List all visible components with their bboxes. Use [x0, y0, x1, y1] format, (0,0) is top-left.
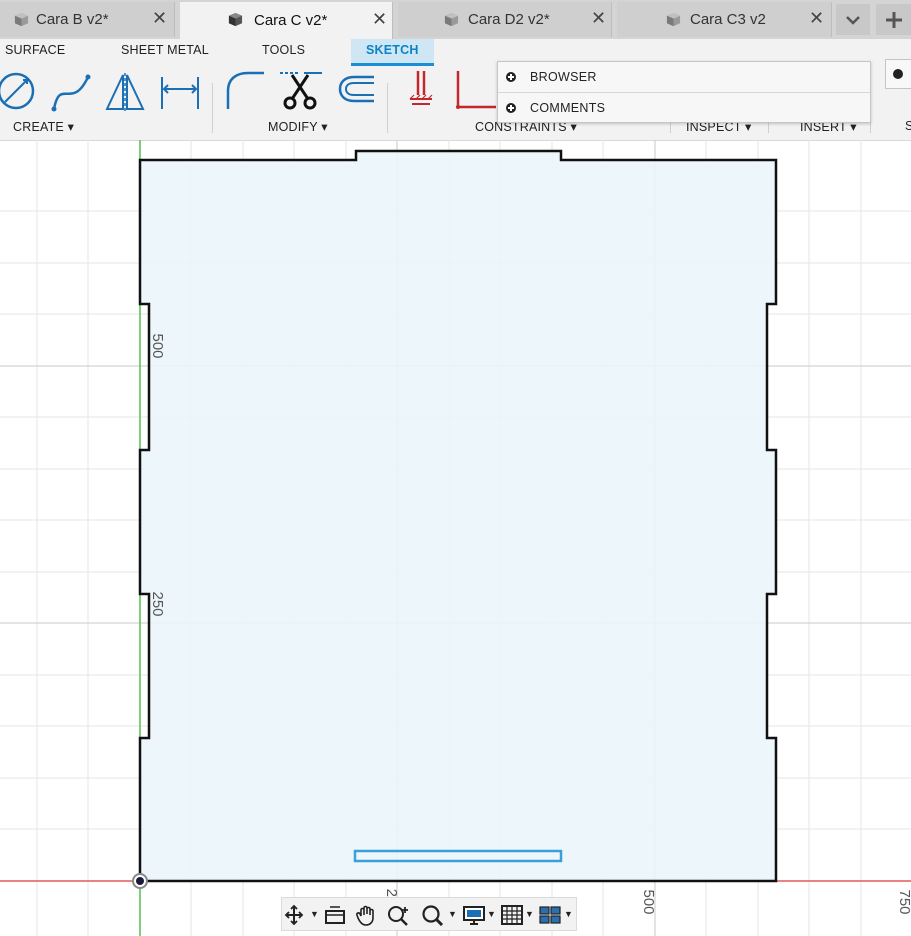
tab-label: Cara B v2*	[36, 11, 109, 28]
zoom-icon[interactable]	[386, 904, 412, 926]
browser-label: BROWSER	[530, 70, 597, 84]
workspace-tab-tools[interactable]: TOOLS	[262, 43, 305, 57]
spline-tool-icon[interactable]	[50, 71, 94, 113]
circle-tool-icon[interactable]	[0, 69, 40, 113]
component-cube-icon	[444, 12, 459, 27]
offset-tool-icon[interactable]	[332, 69, 376, 111]
workspace-tab-surface[interactable]: SURFACE	[5, 43, 65, 57]
tab-cara-d2[interactable]: Cara D2 v2* ✕	[398, 2, 612, 37]
close-tab-icon[interactable]: ✕	[809, 8, 824, 29]
close-tab-icon[interactable]: ✕	[152, 8, 167, 29]
display-settings-icon[interactable]	[462, 904, 488, 926]
component-cube-icon	[666, 12, 681, 27]
grid-settings-icon[interactable]	[500, 904, 526, 926]
comments-menu-item[interactable]: COMMENTS	[498, 93, 870, 123]
component-cube-icon	[14, 12, 29, 27]
orbit-move-icon[interactable]	[284, 904, 310, 926]
tab-label: Cara D2 v2*	[468, 11, 550, 28]
tab-overflow-chevron-icon[interactable]	[836, 4, 870, 35]
tab-cara-c[interactable]: Cara C v2* ✕	[180, 2, 393, 39]
look-at-icon[interactable]	[322, 904, 348, 926]
sketch-profile[interactable]	[138, 149, 778, 883]
dimension-tool-icon[interactable]	[158, 71, 202, 113]
close-tab-icon[interactable]: ✕	[591, 8, 606, 29]
axis-label-y-250: 250	[149, 591, 166, 616]
axis-label-x-500: 500	[640, 889, 657, 914]
plus-circle-icon	[893, 69, 903, 79]
sketch-grid-svg: 500 250 25 500 750	[0, 140, 911, 936]
horizontal-vertical-constraint-icon[interactable]	[398, 69, 442, 111]
navigation-toolbar: ▼ ▼ ▼ ▼ ▼	[281, 897, 577, 931]
create-group-label[interactable]: CREATE ▾	[13, 119, 74, 134]
dropdown-arrow-icon[interactable]: ▼	[525, 909, 534, 919]
origin-dot	[136, 877, 144, 885]
mirror-tool-icon[interactable]	[103, 71, 147, 113]
coincident-constraint-icon[interactable]	[450, 69, 498, 111]
dropdown-arrow-icon[interactable]: ▼	[448, 909, 457, 919]
browser-menu-item[interactable]: BROWSER	[498, 62, 870, 93]
group-separator	[212, 83, 213, 133]
tab-cara-c3[interactable]: Cara C3 v2 ✕	[617, 2, 832, 37]
select-group-label[interactable]: S	[905, 119, 911, 133]
dropdown-arrow-icon[interactable]: ▼	[564, 909, 573, 919]
new-tab-plus-icon[interactable]	[876, 4, 911, 35]
dropdown-arrow-icon[interactable]: ▼	[310, 909, 319, 919]
panels-popup-menu: BROWSER COMMENTS	[497, 61, 871, 123]
fillet-tool-icon[interactable]	[224, 69, 268, 111]
tab-label: Cara C v2*	[254, 12, 328, 29]
axis-label-x-750: 750	[896, 889, 911, 914]
trim-scissors-icon[interactable]	[278, 69, 322, 111]
tab-label: Cara C3 v2	[690, 11, 766, 28]
modify-group-label[interactable]: MODIFY ▾	[268, 119, 328, 134]
workspace-tab-sketch[interactable]: SKETCH	[351, 39, 434, 66]
plus-circle-icon	[506, 103, 516, 113]
comments-label: COMMENTS	[530, 101, 606, 115]
sketch-canvas[interactable]: 500 250 25 500 750	[0, 140, 911, 936]
plus-circle-icon	[506, 72, 516, 82]
workspace-tab-sheet-metal[interactable]: SHEET METAL	[121, 43, 209, 57]
viewports-icon[interactable]	[538, 904, 564, 926]
dropdown-arrow-icon[interactable]: ▼	[487, 909, 496, 919]
document-tab-bar: Cara B v2* ✕ Cara C v2* ✕ Cara D2 v2* ✕ …	[0, 0, 911, 39]
panel-expand-button[interactable]	[885, 59, 911, 89]
fit-zoom-icon[interactable]	[420, 904, 446, 926]
component-cube-icon	[228, 12, 243, 27]
pan-hand-icon[interactable]	[354, 904, 380, 926]
group-separator	[387, 83, 388, 133]
axis-label-y-500: 500	[149, 333, 166, 358]
tab-cara-b[interactable]: Cara B v2* ✕	[0, 2, 175, 37]
close-tab-icon[interactable]: ✕	[372, 9, 387, 30]
